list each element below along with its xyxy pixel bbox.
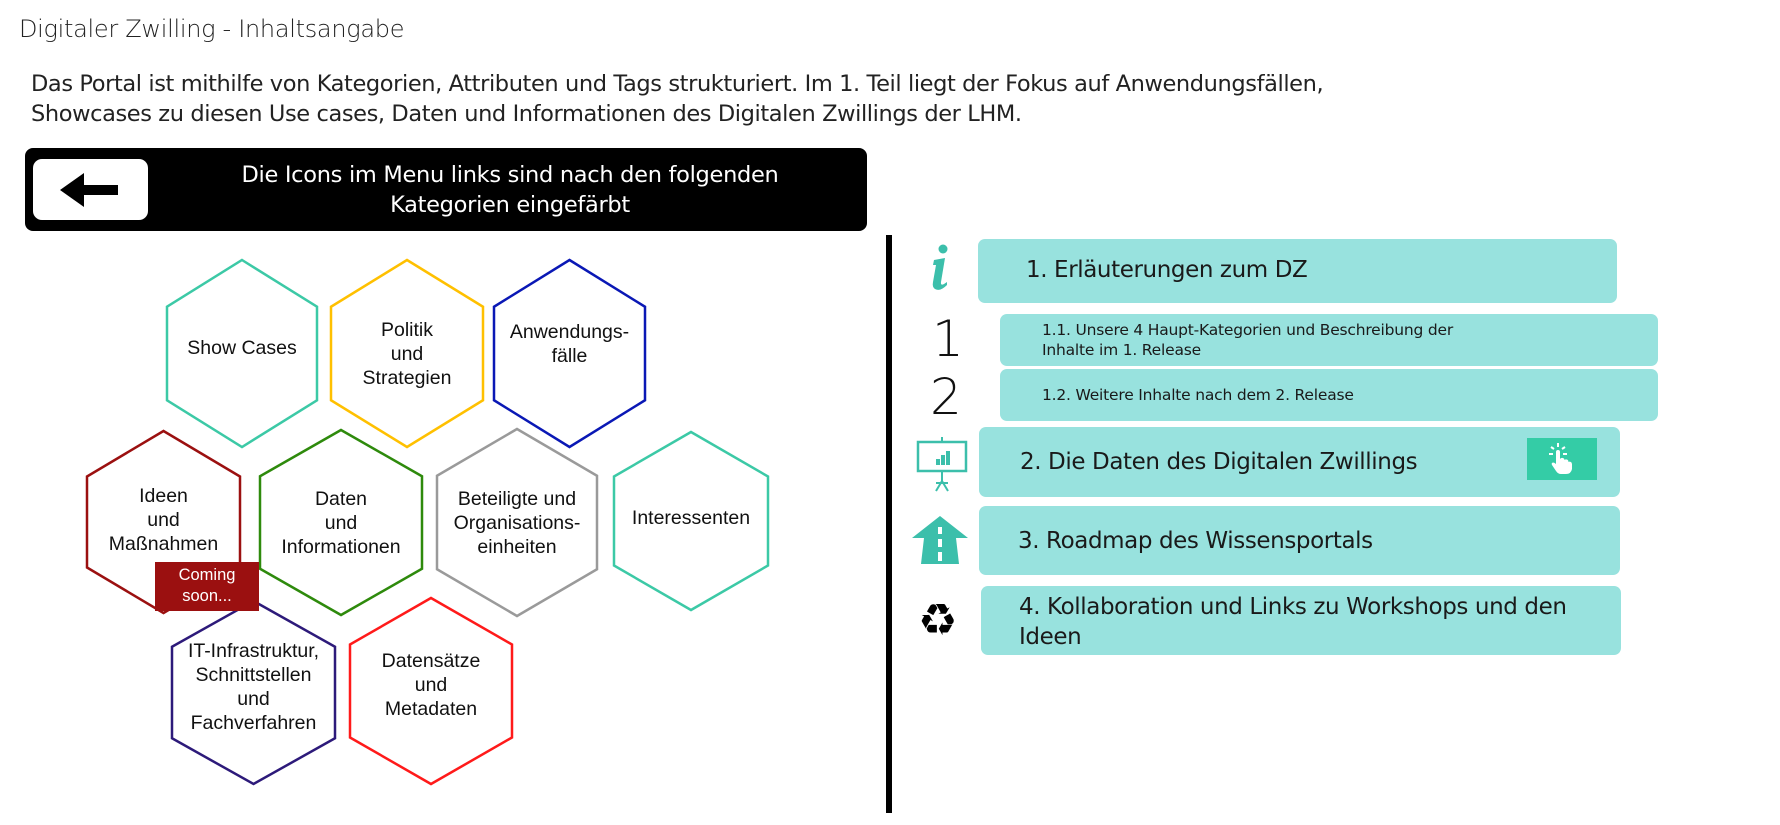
hexagon-label-line: Organisations- bbox=[453, 511, 581, 534]
hexagon-label-it-infrastruktur: IT-Infrastruktur, Schnittstellen und Fachve… bbox=[172, 639, 335, 735]
hexagon-label-anwendungsfaelle: Anwendungs-fälle bbox=[494, 320, 645, 368]
menu-card-label: 1. Erläuterungen zum DZ bbox=[1026, 257, 1308, 283]
hexagon-label-line: Metadaten bbox=[384, 698, 478, 720]
road-arrow-icon bbox=[912, 516, 968, 564]
number-two-icon: 2 bbox=[930, 368, 962, 426]
hexagon-label-line: Informationen bbox=[281, 535, 401, 558]
menu-card-label: 2. Die Daten des Digitalen Zwillings bbox=[1020, 449, 1418, 475]
menu-card-roadmap[interactable]: 3. Roadmap des Wissensportals bbox=[979, 506, 1620, 575]
hexagon-label-politik-strategien: Politik und Strategien bbox=[331, 318, 483, 390]
hexagon-label-line: Ideen bbox=[139, 485, 188, 507]
coming-soon-badge: Coming soon... bbox=[155, 562, 259, 611]
tap-hand-icon bbox=[1549, 443, 1572, 474]
hexagon-label-line: Politik bbox=[380, 318, 434, 341]
hexagon-label-line: Interessenten bbox=[631, 507, 751, 529]
info-icon bbox=[932, 244, 948, 290]
hexagon-label-interessenten: Interessenten bbox=[614, 506, 768, 530]
hexagon-label-line: Fachverfahren bbox=[190, 711, 317, 734]
hexagon-label-line: Anwendungs- bbox=[509, 320, 630, 343]
hexagon-label-line: Daten bbox=[314, 487, 368, 510]
recycle-icon: ♻ bbox=[918, 596, 958, 645]
coming-soon-line-2: soon... bbox=[182, 587, 232, 605]
menu-card-weitere-inhalte[interactable]: 1.2. Weitere Inhalte nach dem 2. Release bbox=[1000, 369, 1658, 421]
hexagon-label-line: Schnittstellen bbox=[195, 663, 312, 686]
menu-card-kollaboration[interactable]: 4. Kollaboration und Links zu Workshops … bbox=[981, 586, 1621, 655]
presentation-chart-icon bbox=[916, 437, 968, 492]
hexagon-label-line: und bbox=[324, 511, 358, 534]
hexagon-label-line: Strategien bbox=[362, 366, 452, 389]
hexagon-label-line: einheiten bbox=[477, 535, 557, 558]
hexagon-label-line: Beteiligte und bbox=[457, 487, 577, 510]
hexagon-label-daten-informationen: Daten und Informationen bbox=[260, 487, 422, 559]
menu-card-label-line-1: 1.1. Unsere 4 Haupt-Kategorien und Besch… bbox=[1042, 321, 1454, 339]
hexagon-label-datensaetze-metadaten: Datensätze und Metadaten bbox=[350, 649, 512, 721]
hexagon-label-line: IT-Infrastruktur, bbox=[187, 639, 320, 662]
hexagon-label-show-cases: Show Cases bbox=[167, 336, 317, 360]
hexagon-label-line: Maßnahmen bbox=[108, 533, 219, 555]
number-one-icon: 1 bbox=[932, 310, 964, 368]
menu-card-label: 1.1. Unsere 4 Haupt-Kategorien und Besch… bbox=[1042, 320, 1453, 360]
hexagon-label-ideen-massnahmen: Ideen und Maßnahmen bbox=[87, 484, 240, 556]
menu-card-label-line-2: Inhalte im 1. Release bbox=[1042, 341, 1201, 359]
menu-card-haupt-kategorien[interactable]: 1.1. Unsere 4 Haupt-Kategorien und Besch… bbox=[1000, 314, 1658, 366]
hexagon-label-line: und bbox=[414, 674, 448, 696]
vertical-divider bbox=[886, 235, 892, 813]
open-daten-button[interactable] bbox=[1527, 438, 1597, 480]
hexagon-label-beteiligte-organisationseinheiten: Beteiligte und Organisations-einheiten bbox=[437, 487, 597, 559]
menu-card-daten[interactable]: 2. Die Daten des Digitalen Zwillings bbox=[979, 427, 1620, 497]
hexagon-label-line: Show Cases bbox=[187, 336, 297, 359]
menu-card-label: 1.2. Weitere Inhalte nach dem 2. Release bbox=[1042, 386, 1354, 404]
hexagon-label-line: und bbox=[390, 342, 424, 365]
hexagon-label-line: und bbox=[147, 509, 180, 531]
hexagon-label-line: Datensätze bbox=[381, 650, 481, 672]
menu-card-label: 3. Roadmap des Wissensportals bbox=[1018, 528, 1373, 554]
hexagon-label-line: fälle bbox=[551, 344, 588, 367]
menu-card-label: 4. Kollaboration und Links zu Workshops … bbox=[1019, 594, 1567, 650]
hexagon-label-line: und bbox=[237, 687, 270, 710]
coming-soon-line-1: Coming bbox=[178, 566, 236, 584]
menu-card-erlaeuterungen[interactable]: 1. Erläuterungen zum DZ bbox=[978, 239, 1617, 303]
